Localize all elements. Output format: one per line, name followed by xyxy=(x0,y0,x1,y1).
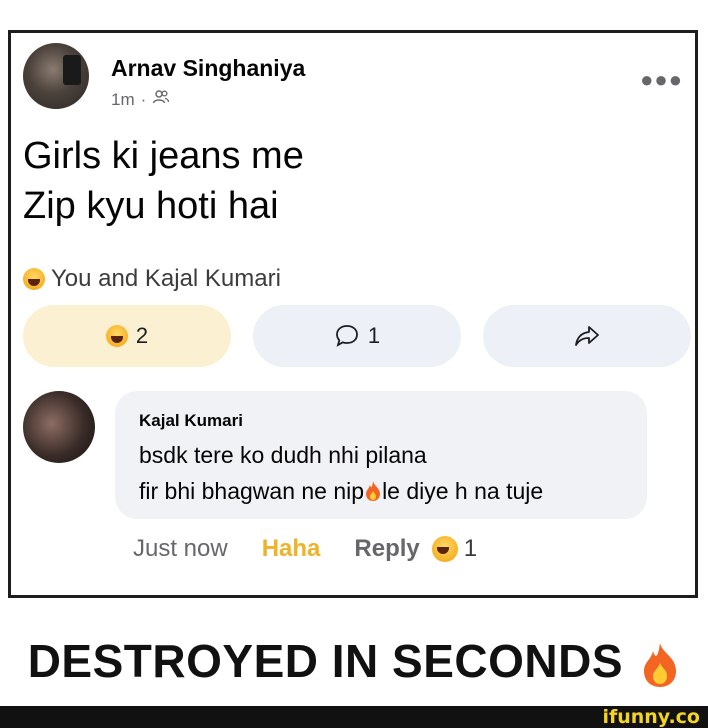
comment: Kajal Kumari bsdk tere ko dudh nhi pilan… xyxy=(23,391,691,521)
comment-actions: Just now Haha Reply 1 xyxy=(133,535,477,563)
author-avatar[interactable] xyxy=(23,43,89,109)
phone-shape xyxy=(63,55,81,85)
caption-text: DESTROYED IN SECONDS xyxy=(27,635,624,687)
comment-text-line-2: fir bhi bhagwan ne nip le diye h na tuje xyxy=(139,473,543,509)
fire-icon xyxy=(366,481,381,501)
haha-reaction-icon xyxy=(431,536,458,562)
comment-count: 1 xyxy=(367,323,381,348)
post-text-line-2: Zip kyu hoti hai xyxy=(23,185,279,227)
comment-text-line-2a: fir bhi bhagwan ne nip xyxy=(139,478,365,504)
reactions-summary-text: You and Kajal Kumari xyxy=(51,265,281,292)
comment-icon xyxy=(335,325,358,347)
comment-reply-button[interactable]: Reply xyxy=(354,535,419,563)
react-button[interactable]: 2 xyxy=(23,305,231,367)
comment-reaction-count[interactable]: 1 xyxy=(431,535,478,563)
comment-haha-button[interactable]: Haha xyxy=(262,535,321,563)
comment-text-line-2b: le diye h na tuje xyxy=(382,478,544,504)
comment-text-line-1: bsdk tere ko dudh nhi pilana xyxy=(139,442,427,468)
reactions-summary[interactable]: You and Kajal Kumari xyxy=(23,265,281,293)
reaction-count: 2 xyxy=(135,323,149,348)
share-button[interactable] xyxy=(483,305,691,367)
share-icon xyxy=(575,326,599,346)
meta-separator: · xyxy=(140,89,147,109)
meme-caption: DESTROYED IN SECONDS xyxy=(0,634,708,689)
action-bar: 2 1 xyxy=(23,305,691,369)
haha-reaction-icon xyxy=(105,325,128,347)
author-name[interactable]: Arnav Singhaniya xyxy=(111,55,305,82)
comment-time: Just now xyxy=(133,535,228,562)
haha-reaction-icon xyxy=(23,268,45,290)
more-options-icon[interactable]: ●●● xyxy=(640,67,683,93)
friends-icon xyxy=(152,89,170,110)
commenter-name[interactable]: Kajal Kumari xyxy=(139,411,243,431)
post-header: Arnav Singhaniya 1m · ●●● xyxy=(23,43,683,113)
comment-reaction-count-value: 1 xyxy=(463,535,478,562)
post-text: Girls ki jeans me Zip kyu hoti hai xyxy=(23,131,663,231)
footer-bar: ifunny.co xyxy=(0,706,708,728)
comment-text: bsdk tere ko dudh nhi pilana fir bhi bha… xyxy=(139,437,543,509)
post-card: Arnav Singhaniya 1m · ●●● Girls ki jeans… xyxy=(8,30,698,598)
ifunny-watermark: ifunny.co xyxy=(602,706,700,728)
comment-button[interactable]: 1 xyxy=(253,305,461,367)
comment-bubble: Kajal Kumari bsdk tere ko dudh nhi pilan… xyxy=(115,391,647,519)
post-meta: 1m · xyxy=(111,89,170,110)
commenter-avatar[interactable] xyxy=(23,391,95,463)
fire-icon xyxy=(644,642,677,687)
post-time[interactable]: 1m xyxy=(111,90,135,110)
post-text-line-1: Girls ki jeans me xyxy=(23,135,304,177)
